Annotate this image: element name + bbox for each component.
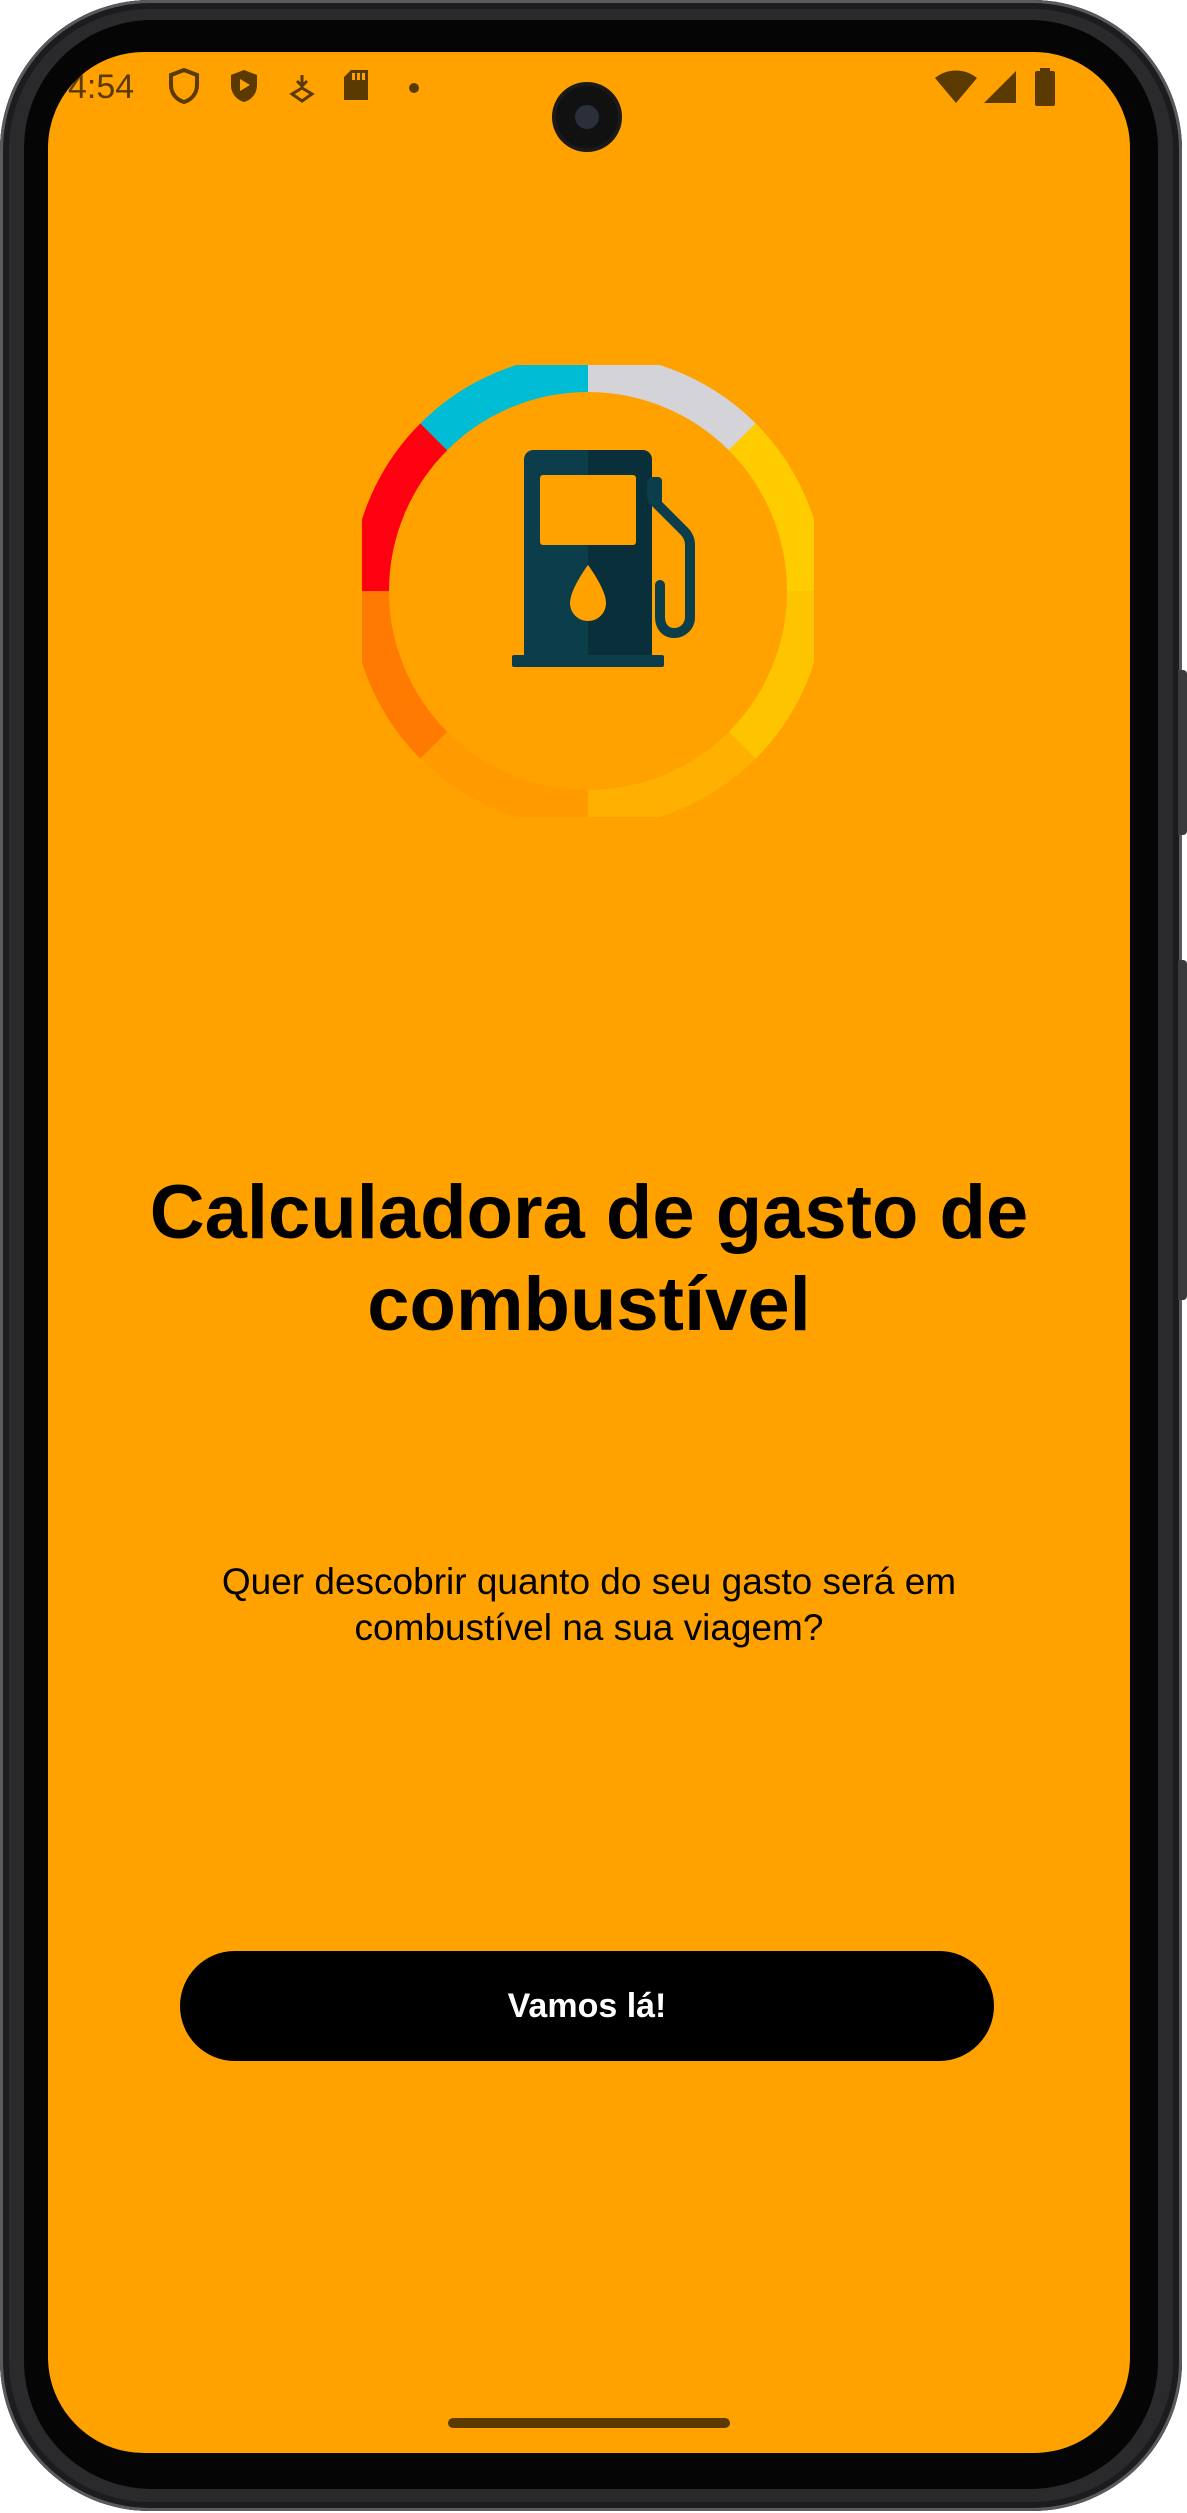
- battery-icon: [1035, 68, 1055, 106]
- front-camera: [556, 86, 618, 148]
- app-screen: 4:54 Calculadora de gasto de combustível…: [48, 52, 1130, 2453]
- fuel-pump-icon: [512, 450, 695, 667]
- wifi-icon: [935, 70, 977, 103]
- sd-card-icon: [344, 70, 368, 100]
- power-button: [1178, 960, 1187, 1300]
- phone-frame: 4:54 Calculadora de gasto de combustível…: [0, 0, 1187, 2513]
- notification-dot-icon: [409, 83, 419, 93]
- cell-signal-icon: [984, 71, 1016, 103]
- page-subtitle: Quer descobrir quanto do seu gasto será …: [221, 1561, 957, 1648]
- download-location-icon: [289, 75, 315, 103]
- shield-play-icon: [231, 70, 257, 102]
- home-indicator[interactable]: [448, 2418, 730, 2428]
- shield-outline-icon: [169, 68, 199, 104]
- status-time: 4:54: [68, 68, 135, 106]
- start-button[interactable]: Vamos lá!: [180, 1951, 994, 2061]
- page-title: Calculadora de gasto de combustível: [149, 1170, 1029, 1347]
- volume-button: [1178, 670, 1187, 835]
- fuel-pump-logo: [362, 365, 814, 817]
